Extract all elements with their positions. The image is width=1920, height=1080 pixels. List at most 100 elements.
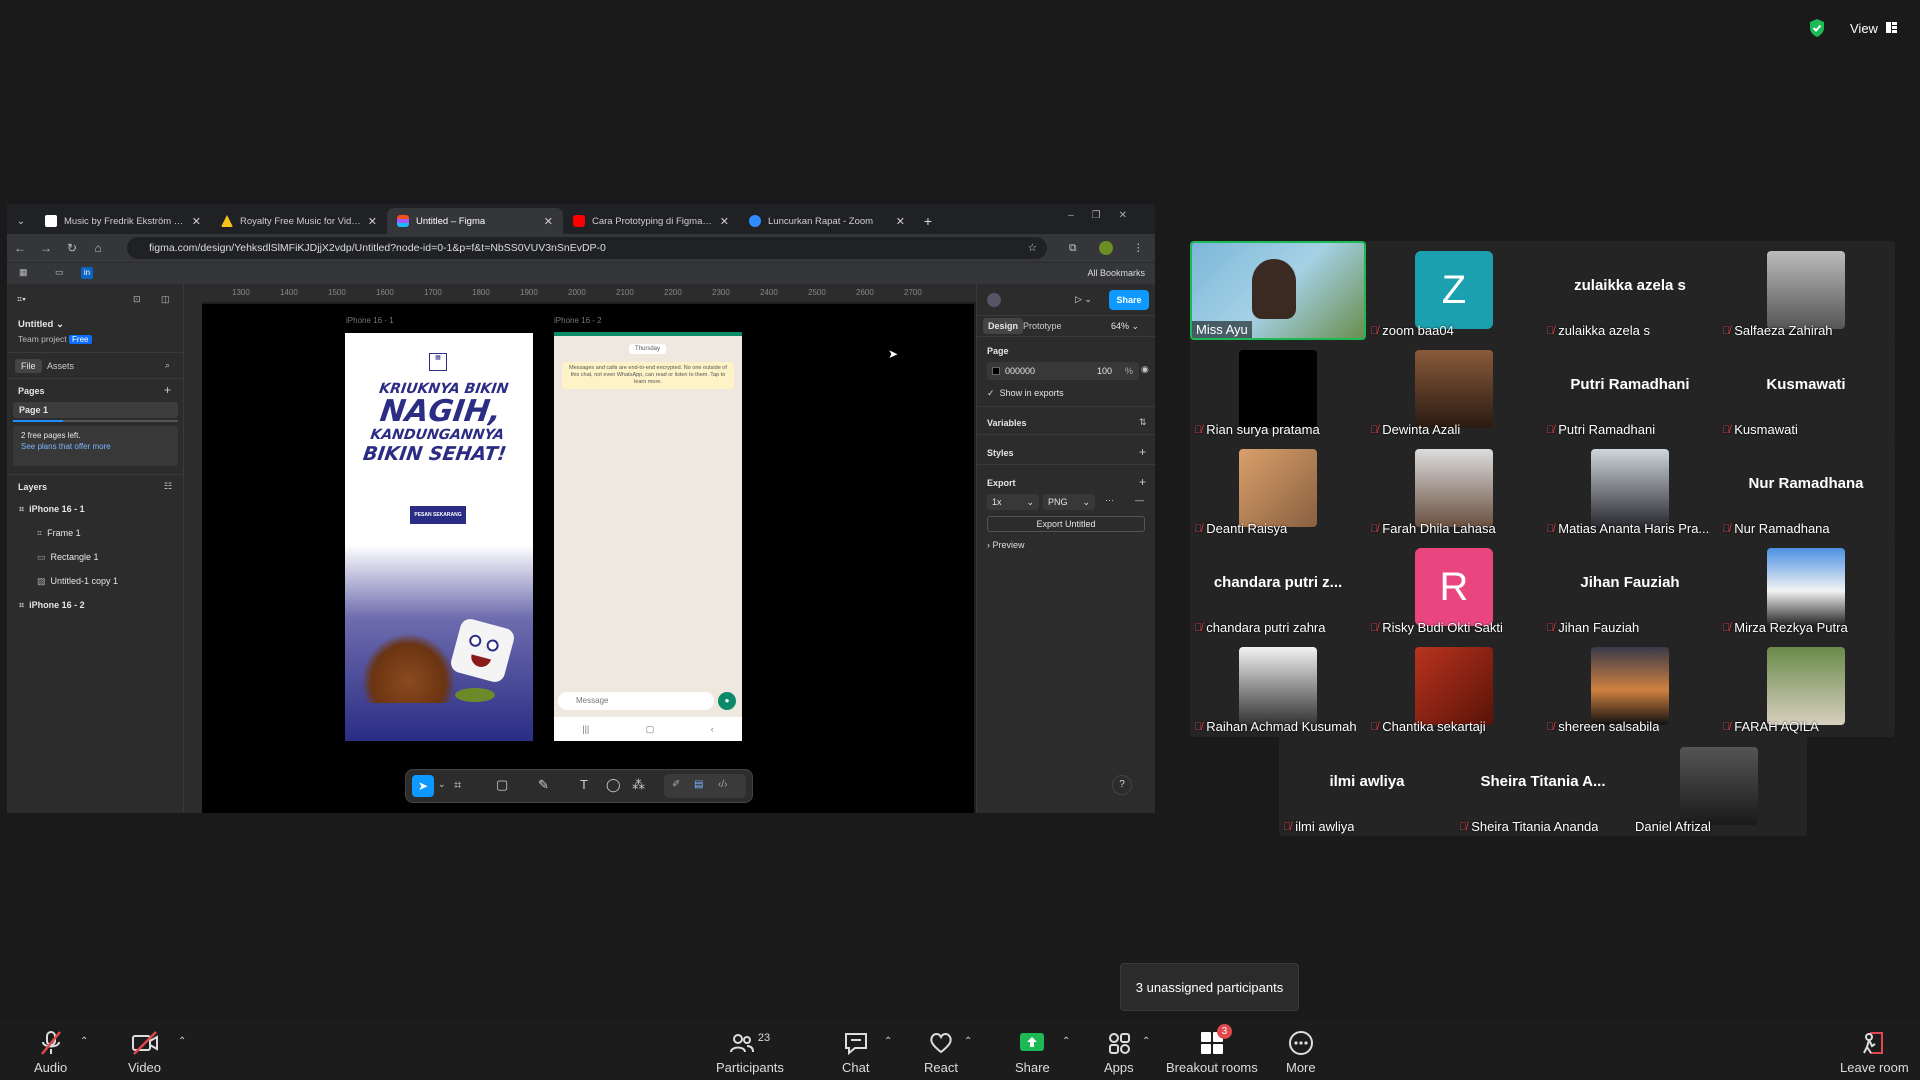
page-item[interactable]: Page 1 bbox=[13, 402, 178, 418]
url-input[interactable]: figma.com/design/YehksdlSlMFiKJDjjX2vdp/… bbox=[127, 237, 1047, 259]
participant-tile[interactable]: 🎙̸ Farah Dhila Lahasa bbox=[1366, 439, 1542, 538]
profile-avatar[interactable] bbox=[1099, 241, 1113, 255]
new-tab-icon[interactable]: + bbox=[915, 208, 941, 234]
participant-tile[interactable]: 🎙̸ Matias Ananta Haris Pra... bbox=[1542, 439, 1718, 538]
participant-tile[interactable]: Jihan Fauziah 🎙̸ Jihan Fauziah bbox=[1542, 538, 1718, 637]
add-export-icon[interactable]: + bbox=[1139, 475, 1146, 489]
layer-item[interactable]: ⌗ Frame 1 bbox=[37, 528, 81, 539]
export-settings-icon[interactable]: ⋯ bbox=[1105, 495, 1114, 506]
tab-file[interactable]: File bbox=[15, 359, 42, 373]
see-plans-link[interactable]: See plans that offer more bbox=[21, 442, 170, 451]
share-button[interactable]: Share bbox=[1109, 290, 1149, 310]
browser-tab[interactable]: Music by Fredrik Ekström | Epid ✕ bbox=[35, 208, 211, 234]
frame-iphone-16-2[interactable]: Thursday Messages and calls are end-to-e… bbox=[554, 332, 742, 741]
frame-iphone-16-1[interactable]: ▦ KRIUKNYA BIKIN NAGIH, KANDUNGANNYA BIK… bbox=[345, 333, 533, 741]
present-icon[interactable]: ▷ ⌄ bbox=[1075, 294, 1092, 305]
all-bookmarks[interactable]: All Bookmarks bbox=[1087, 268, 1145, 278]
more-button[interactable]: More bbox=[1286, 1030, 1316, 1075]
tab-search-icon[interactable]: ⌄ bbox=[7, 208, 35, 234]
share-screen-button[interactable]: Share bbox=[1015, 1030, 1050, 1075]
participant-tile[interactable]: Putri Ramadhani 🎙̸ Putri Ramadhani bbox=[1542, 340, 1718, 439]
preview-toggle[interactable]: › Preview bbox=[987, 540, 1025, 550]
show-in-exports-checkbox[interactable]: ✓ Show in exports bbox=[987, 388, 1064, 399]
remove-export-icon[interactable]: — bbox=[1135, 495, 1144, 505]
breakout-rooms-button[interactable]: 3 Breakout rooms bbox=[1166, 1024, 1258, 1075]
participant-tile[interactable]: ilmi awliya 🎙̸ ilmi awliya bbox=[1279, 737, 1455, 836]
close-icon[interactable]: ✕ bbox=[896, 215, 905, 228]
add-page-icon[interactable]: + bbox=[164, 383, 171, 397]
tab-assets[interactable]: Assets bbox=[47, 361, 74, 371]
tab-design[interactable]: Design bbox=[983, 318, 1024, 334]
forward-icon[interactable]: → bbox=[33, 241, 59, 255]
leave-room-button[interactable]: Leave room bbox=[1840, 1030, 1909, 1075]
apps-icon[interactable]: ▦ bbox=[19, 267, 28, 278]
shield-icon[interactable] bbox=[1808, 18, 1828, 38]
export-button[interactable]: Export Untitled bbox=[987, 516, 1145, 532]
close-icon[interactable]: ✕ bbox=[720, 215, 729, 228]
back-icon[interactable]: ← bbox=[7, 241, 33, 255]
close-icon[interactable]: ✕ bbox=[192, 215, 201, 228]
page-color-field[interactable]: 000000 100 % bbox=[987, 362, 1139, 380]
participant-tile[interactable]: Kusmawati 🎙̸ Kusmawati bbox=[1718, 340, 1894, 439]
close-icon[interactable]: ✕ bbox=[368, 215, 377, 228]
search-icon[interactable]: ⌕ bbox=[165, 360, 170, 371]
zoom-level[interactable]: 64% ⌄ bbox=[1111, 321, 1139, 332]
video-button[interactable]: Video bbox=[128, 1030, 161, 1075]
chat-button[interactable]: Chat bbox=[842, 1030, 869, 1075]
participant-tile[interactable]: 🎙̸ Salfaeza Zahirah bbox=[1718, 241, 1894, 340]
dev-mode-toggle[interactable]: ✐ ▤ ‹/› bbox=[664, 774, 746, 798]
figma-menu-icon[interactable]: ⌗▾ bbox=[17, 294, 26, 305]
share-options-icon[interactable]: ⌃ bbox=[1062, 1036, 1070, 1047]
participant-tile[interactable]: 🎙̸ shereen salsabila bbox=[1542, 637, 1718, 736]
bookmark-star-icon[interactable]: ☆ bbox=[1028, 242, 1037, 254]
draw-icon[interactable]: ✐ bbox=[672, 779, 680, 790]
participant-tile[interactable]: 🎙̸ Mirza Rezkya Putra bbox=[1718, 538, 1894, 637]
frame-tool-icon[interactable]: ⌗ bbox=[454, 777, 461, 793]
export-format-select[interactable]: PNG ⌄ bbox=[1043, 494, 1095, 510]
tab-prototype[interactable]: Prototype bbox=[1023, 321, 1062, 331]
react-button[interactable]: React bbox=[924, 1030, 958, 1075]
audio-button[interactable]: Audio bbox=[34, 1030, 67, 1075]
participant-tile[interactable]: 🎙̸ Rian surya pratama bbox=[1190, 340, 1366, 439]
layers-toggle-icon[interactable]: ☷ bbox=[164, 481, 172, 492]
design-mode-icon[interactable]: ▤ bbox=[694, 779, 703, 790]
participant-tile[interactable]: R 🎙̸ Risky Budi Okti Sakti bbox=[1366, 538, 1542, 637]
panel-toggle-icon[interactable]: ◫ bbox=[161, 294, 170, 305]
video-options-icon[interactable]: ⌃ bbox=[178, 1036, 186, 1047]
layer-item[interactable]: ▨ Untitled-1 copy 1 bbox=[37, 576, 118, 587]
menu-icon[interactable]: ⋮ bbox=[1133, 242, 1144, 254]
audio-options-icon[interactable]: ⌃ bbox=[80, 1036, 88, 1047]
move-tool-icon[interactable]: ➤ bbox=[412, 775, 434, 797]
layer-item[interactable]: ⌗ iPhone 16 - 2 bbox=[19, 600, 85, 611]
chat-options-icon[interactable]: ⌃ bbox=[884, 1036, 892, 1047]
variables-icon[interactable]: ⇅ bbox=[1139, 417, 1147, 428]
extensions-icon[interactable]: ⧉ bbox=[1069, 242, 1077, 255]
text-tool-icon[interactable]: T bbox=[580, 777, 588, 792]
participant-tile[interactable]: Nur Ramadhana 🎙̸ Nur Ramadhana bbox=[1718, 439, 1894, 538]
home-icon[interactable]: ⌂ bbox=[85, 241, 111, 255]
browser-tab[interactable]: Luncurkan Rapat - Zoom ✕ bbox=[739, 208, 915, 234]
participant-tile[interactable]: 🎙̸ Deanti Raisya bbox=[1190, 439, 1366, 538]
participant-tile[interactable]: Miss Ayu bbox=[1190, 241, 1366, 340]
participant-tile[interactable]: zulaikka azela s 🎙̸ zulaikka azela s bbox=[1542, 241, 1718, 340]
reload-icon[interactable]: ↻ bbox=[59, 241, 85, 255]
participant-tile[interactable]: chandara putri z... 🎙̸ chandara putri zah… bbox=[1190, 538, 1366, 637]
code-icon[interactable]: ‹/› bbox=[718, 779, 727, 790]
participant-tile[interactable]: 🎙̸ FARAH AQILA bbox=[1718, 637, 1894, 736]
linkedin-icon[interactable]: in bbox=[81, 267, 93, 279]
participant-tile[interactable]: 🎙̸ Raihan Achmad Kusumah bbox=[1190, 637, 1366, 736]
browser-tab[interactable]: Cara Prototyping di Figma 10x ✕ bbox=[563, 208, 739, 234]
eye-icon[interactable]: ◉ bbox=[1141, 364, 1149, 375]
react-options-icon[interactable]: ⌃ bbox=[964, 1036, 972, 1047]
add-style-icon[interactable]: + bbox=[1139, 445, 1146, 459]
window-controls[interactable]: –❐✕ bbox=[1068, 210, 1145, 221]
pen-tool-icon[interactable]: ✎ bbox=[538, 777, 549, 793]
participant-tile[interactable]: 🎙̸ Dewinta Azali bbox=[1366, 340, 1542, 439]
apps-button[interactable]: Apps bbox=[1104, 1030, 1134, 1075]
ai-icon[interactable]: ⊡ bbox=[133, 294, 141, 305]
comment-tool-icon[interactable]: ◯ bbox=[606, 777, 621, 793]
file-name[interactable]: Untitled ⌄ bbox=[18, 319, 64, 330]
close-icon[interactable]: ✕ bbox=[544, 215, 553, 228]
participant-tile[interactable]: Z 🎙̸ zoom baa04 bbox=[1366, 241, 1542, 340]
participants-button[interactable]: 23 Participants bbox=[716, 1030, 784, 1075]
